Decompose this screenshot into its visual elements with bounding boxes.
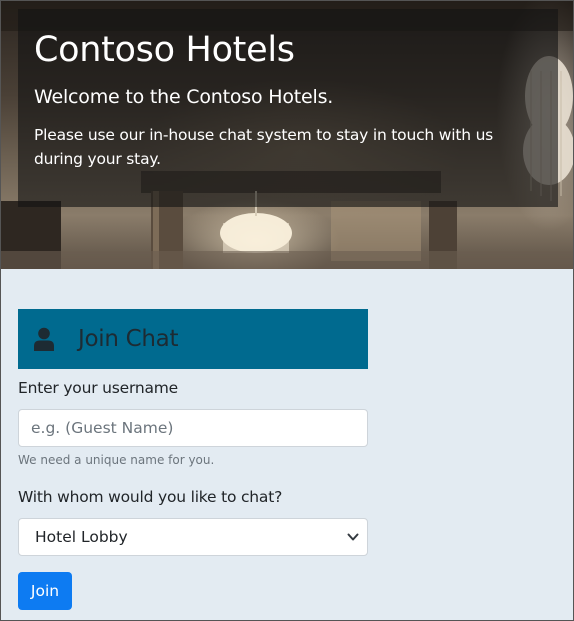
join-chat-title: Join Chat — [78, 326, 179, 352]
hero-description: Please use our in-house chat system to s… — [34, 126, 494, 168]
user-icon — [34, 327, 54, 351]
page-title: Contoso Hotels — [34, 30, 295, 70]
username-label: Enter your username — [18, 379, 179, 397]
hero-panel: Contoso Hotels Welcome to the Contoso Ho… — [18, 9, 558, 207]
username-help-text: We need a unique name for you. — [18, 453, 215, 467]
hero-subtitle: Welcome to the Contoso Hotels. — [34, 86, 334, 108]
join-button[interactable]: Join — [18, 572, 72, 610]
chat-with-selected-value: Hotel Lobby — [35, 528, 128, 546]
username-input[interactable] — [18, 409, 368, 447]
hero-banner: Contoso Hotels Welcome to the Contoso Ho… — [1, 1, 573, 269]
chat-with-select[interactable]: Hotel Lobby — [18, 518, 368, 556]
chevron-down-icon — [347, 533, 359, 541]
join-chat-header: Join Chat — [18, 309, 368, 369]
chat-with-label: With whom would you like to chat? — [18, 488, 283, 506]
